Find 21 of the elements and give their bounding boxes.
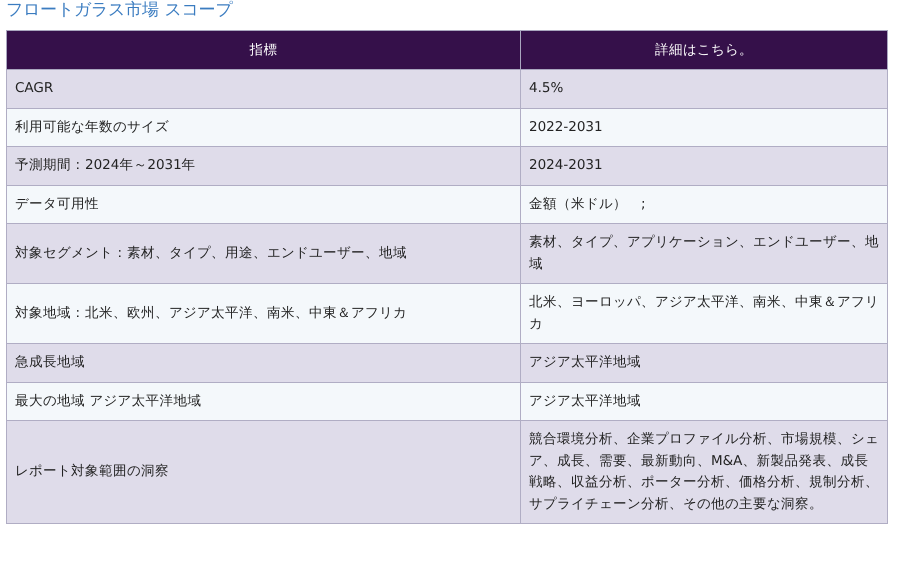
table-cell: 2024-2031 bbox=[520, 146, 888, 185]
page-title: フロートガラス市場 スコープ bbox=[6, 0, 232, 20]
table-cell: 急成長地域 bbox=[6, 344, 520, 382]
table-cell: アジア太平洋地域 bbox=[520, 344, 888, 382]
column-header: 指標 bbox=[6, 30, 520, 70]
table-cell: データ可用性 bbox=[6, 185, 520, 224]
table-cell: 競合環境分析、企業プロファイル分析、市場規模、シェア、成長、需要、最新動向、M&A、新製品発表、成長戦略、収益分析、ポーター分析、価格分析、規制分析、サプライチェーン分析、その他の主要な洞察。 bbox=[520, 420, 888, 524]
table-cell: 予測期間：2024年～2031年 bbox=[6, 146, 520, 185]
table-cell: 金額（米ドル） ; bbox=[520, 185, 888, 224]
table-cell: 素材、タイプ、アプリケーション、エンドユーザー、地域 bbox=[520, 224, 888, 284]
table-cell: 4.5% bbox=[520, 70, 888, 108]
table-cell: CAGR bbox=[6, 70, 520, 108]
table-cell: 2022-2031 bbox=[520, 108, 888, 146]
table-cell: レポート対象範囲の洞察 bbox=[6, 420, 520, 524]
table-cell: 利用可能な年数のサイズ bbox=[6, 108, 520, 146]
table-cell: 対象地域：北米、欧州、アジア太平洋、南米、中東＆アフリカ bbox=[6, 284, 520, 344]
table-cell: アジア太平洋地域 bbox=[520, 382, 888, 420]
table-cell: 北米、ヨーロッパ、アジア太平洋、南米、中東＆アフリカ bbox=[520, 284, 888, 344]
table-cell: 最大の地域 アジア太平洋地域 bbox=[6, 382, 520, 420]
table-cell: 対象セグメント：素材、タイプ、用途、エンドユーザー、地域 bbox=[6, 224, 520, 284]
column-header: 詳細はこちら。 bbox=[520, 30, 888, 70]
